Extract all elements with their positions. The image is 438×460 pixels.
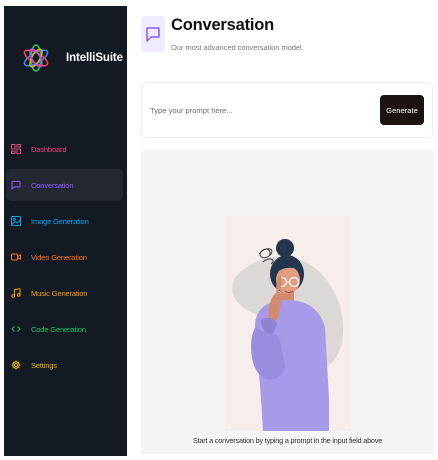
sidebar-item-image-generation[interactable]: Image Generation — [6, 205, 123, 237]
message-square-icon — [11, 180, 21, 190]
sidebar-item-label: Conversation — [31, 180, 74, 190]
sidebar-item-label: Music Generation — [31, 288, 88, 298]
sidebar-item-conversation[interactable]: Conversation — [6, 169, 123, 201]
sidebar-item-label: Video Generation — [31, 252, 87, 262]
empty-state-illustration — [225, 216, 351, 431]
brand-logo-icon — [23, 44, 49, 72]
prompt-card: Generate — [141, 82, 433, 138]
image-icon — [11, 216, 21, 226]
video-icon — [11, 252, 21, 262]
prompt-input[interactable] — [150, 100, 375, 120]
sidebar-item-settings[interactable]: Settings — [6, 349, 123, 381]
sidebar-item-music-generation[interactable]: Music Generation — [6, 277, 123, 309]
generate-button[interactable]: Generate — [380, 95, 424, 125]
sidebar-item-dashboard[interactable]: Dashboard — [6, 133, 123, 165]
sidebar: IntelliSuite Dashboard Conversation Imag… — [4, 6, 127, 456]
sidebar-item-label: Image Generation — [31, 216, 89, 226]
sidebar-item-code-generation[interactable]: Code Generation — [6, 313, 123, 345]
sidebar-item-video-generation[interactable]: Video Generation — [6, 241, 123, 273]
music-icon — [11, 288, 21, 298]
brand[interactable]: IntelliSuite — [18, 40, 123, 76]
conversation-area: Start a conversation by typing a prompt … — [141, 150, 434, 454]
empty-state-caption: Start a conversation by typing a prompt … — [192, 436, 383, 445]
page-title: Conversation — [171, 16, 275, 34]
brand-name: IntelliSuite — [66, 52, 123, 64]
page-subtitle: Our most advanced conversation model. — [171, 43, 304, 52]
message-square-icon — [141, 16, 165, 52]
code-icon — [11, 324, 21, 334]
sidebar-item-label: Code Generation — [31, 324, 86, 334]
gear-icon — [11, 360, 21, 370]
sidebar-item-label: Settings — [31, 360, 57, 370]
dashboard-icon — [11, 144, 21, 154]
sidebar-item-label: Dashboard — [31, 144, 67, 154]
